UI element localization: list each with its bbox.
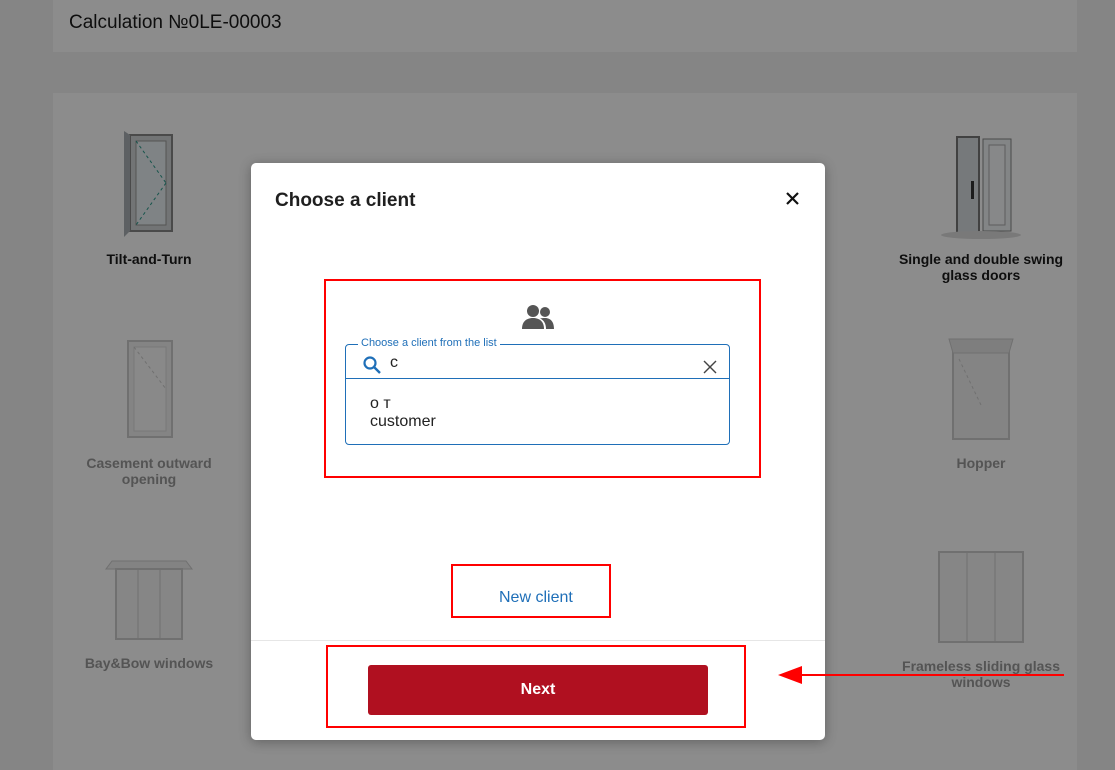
- footer-divider: [251, 640, 825, 641]
- modal-title: Choose a client: [275, 190, 416, 211]
- annotation-new-client-box: [451, 564, 611, 618]
- annotation-next-box: [326, 645, 746, 728]
- annotation-arrow: [778, 666, 1064, 684]
- close-button[interactable]: [782, 188, 804, 210]
- annotation-client-box: [324, 279, 761, 478]
- close-icon[interactable]: [782, 188, 804, 210]
